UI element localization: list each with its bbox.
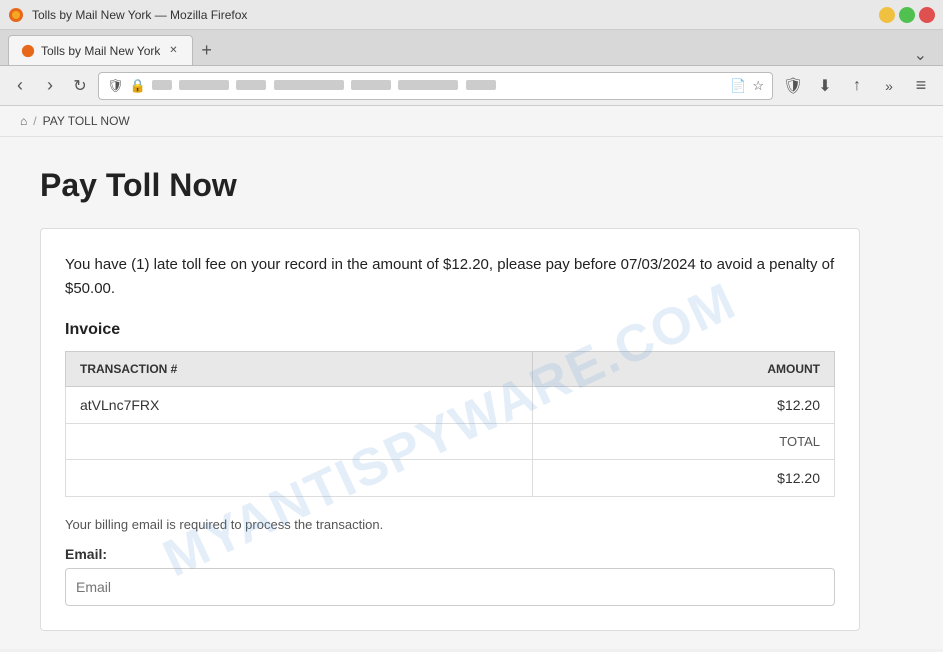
window-controls bbox=[879, 7, 935, 23]
billing-note: Your billing email is required to proces… bbox=[65, 517, 835, 532]
url-text bbox=[152, 79, 724, 93]
url-bar[interactable]: 🛡 🔒 📄 ☆ bbox=[98, 72, 773, 100]
transaction-number-cell: atVLnc7FRX bbox=[66, 387, 533, 424]
notice-text: You have (1) late toll fee on your recor… bbox=[65, 253, 835, 301]
security-icon: 🛡 bbox=[107, 78, 124, 94]
tab-favicon bbox=[21, 44, 35, 58]
toolbar-icons: 🛡 ⬇ ↑ » ≡ bbox=[779, 72, 935, 100]
minimize-button[interactable] bbox=[879, 7, 895, 23]
firefox-icon bbox=[8, 7, 24, 23]
page-title: Pay Toll Now bbox=[40, 167, 903, 204]
invoice-table: TRANSACTION # AMOUNT atVLnc7FRX $12.20 T… bbox=[65, 351, 835, 497]
invoice-label: Invoice bbox=[65, 321, 835, 339]
address-bar: ‹ › ↻ 🛡 🔒 📄 ☆ 🛡 ⬇ ↑ » ≡ bbox=[0, 66, 943, 106]
pocket-icon[interactable]: 🛡 bbox=[779, 72, 807, 100]
total-value-row: $12.20 bbox=[66, 460, 835, 497]
total-label-row: TOTAL bbox=[66, 424, 835, 460]
breadcrumb-current: PAY TOLL NOW bbox=[43, 114, 130, 128]
table-header-transaction: TRANSACTION # bbox=[66, 352, 533, 387]
forward-button[interactable]: › bbox=[38, 74, 62, 98]
tab-label: Tolls by Mail New York bbox=[41, 44, 160, 58]
main-content: Pay Toll Now MYANTISPYWARE.COM You have … bbox=[0, 137, 943, 649]
close-tab-button[interactable]: ✕ bbox=[166, 44, 180, 58]
tab-list-button[interactable]: ⌄ bbox=[906, 45, 935, 65]
total-value-cell: $12.20 bbox=[533, 460, 835, 497]
reader-mode-icon[interactable]: 📄 bbox=[730, 78, 746, 94]
share-icon[interactable]: ↑ bbox=[843, 72, 871, 100]
invoice-box: MYANTISPYWARE.COM You have (1) late toll… bbox=[40, 228, 860, 631]
breadcrumb: ⌂ / PAY TOLL NOW bbox=[0, 106, 943, 137]
close-window-button[interactable] bbox=[919, 7, 935, 23]
back-button[interactable]: ‹ bbox=[8, 74, 32, 98]
breadcrumb-separator: / bbox=[33, 114, 36, 128]
download-icon[interactable]: ⬇ bbox=[811, 72, 839, 100]
email-label: Email: bbox=[65, 546, 835, 562]
amount-cell: $12.20 bbox=[533, 387, 835, 424]
more-tools-icon[interactable]: » bbox=[875, 72, 903, 100]
table-header-amount: AMOUNT bbox=[533, 352, 835, 387]
title-bar-left: Tolls by Mail New York — Mozilla Firefox bbox=[8, 7, 247, 23]
active-tab[interactable]: Tolls by Mail New York ✕ bbox=[8, 35, 193, 65]
maximize-button[interactable] bbox=[899, 7, 915, 23]
bookmark-icon[interactable]: ☆ bbox=[752, 78, 764, 94]
tab-bar: Tolls by Mail New York ✕ + ⌄ bbox=[0, 30, 943, 66]
refresh-button[interactable]: ↻ bbox=[68, 74, 92, 98]
total-label-cell: TOTAL bbox=[533, 424, 835, 460]
email-input[interactable] bbox=[65, 568, 835, 606]
browser-title: Tolls by Mail New York — Mozilla Firefox bbox=[32, 8, 247, 22]
breadcrumb-home-icon[interactable]: ⌂ bbox=[20, 114, 27, 128]
tab-bar-right: ⌄ bbox=[906, 45, 935, 65]
table-row: atVLnc7FRX $12.20 bbox=[66, 387, 835, 424]
lock-icon: 🔒 bbox=[130, 78, 146, 94]
title-bar: Tolls by Mail New York — Mozilla Firefox bbox=[0, 0, 943, 30]
new-tab-button[interactable]: + bbox=[193, 35, 220, 65]
menu-button[interactable]: ≡ bbox=[907, 72, 935, 100]
